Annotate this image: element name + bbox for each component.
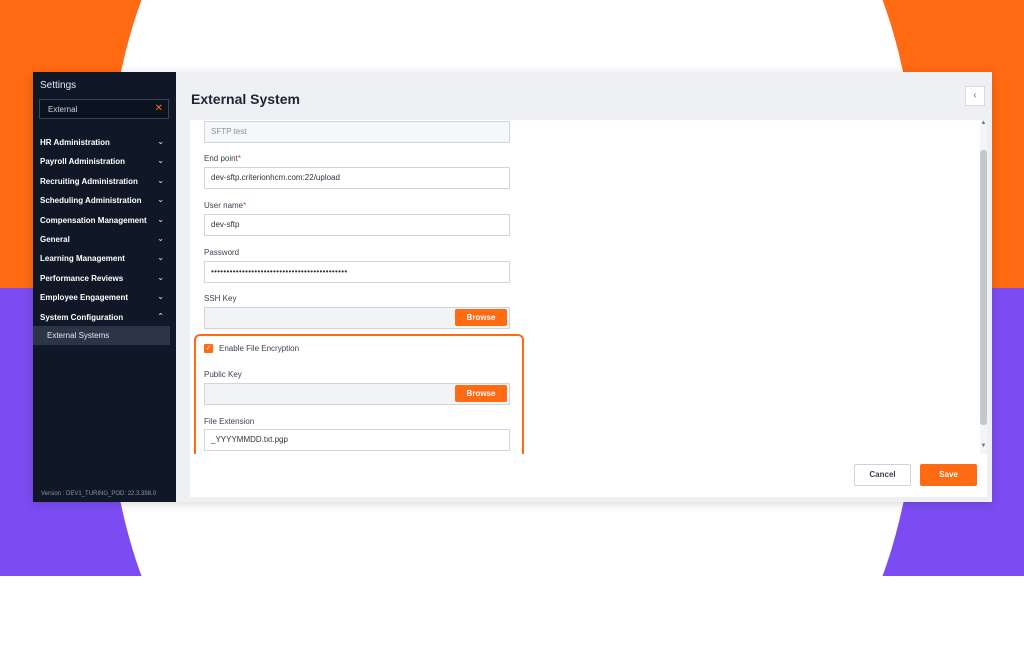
- sidebar-item-system-configuration[interactable]: System Configuration ⌃: [33, 308, 176, 327]
- sidebar-title: Settings: [40, 80, 77, 91]
- username-label-text: User name: [204, 201, 244, 210]
- sidebar-item-label: Scheduling Administration: [40, 196, 142, 206]
- page-title: External System: [191, 91, 300, 107]
- cancel-button[interactable]: Cancel: [854, 464, 911, 486]
- sidebar-search-input[interactable]: External ✕: [39, 99, 169, 119]
- sidebar-item-employee-engagement[interactable]: Employee Engagement ⌄: [33, 288, 176, 307]
- chevron-down-icon: ⌄: [157, 233, 164, 243]
- sidebar-item-recruiting-administration[interactable]: Recruiting Administration ⌄: [33, 172, 176, 191]
- sidebar-item-label: System Configuration: [40, 312, 124, 322]
- sidebar-menu: HR Administration ⌄ Payroll Administrati…: [33, 133, 176, 327]
- sidebar-item-label: Recruiting Administration: [40, 176, 138, 186]
- save-button[interactable]: Save: [920, 464, 977, 486]
- sidebar-item-learning-management[interactable]: Learning Management ⌄: [33, 249, 176, 268]
- system-name-input[interactable]: SFTP test: [204, 121, 510, 143]
- form-scrollbar[interactable]: ▲ ▼: [980, 120, 987, 454]
- file-extension-label: File Extension: [204, 417, 255, 426]
- sidebar-item-scheduling-administration[interactable]: Scheduling Administration ⌄: [33, 191, 176, 210]
- endpoint-input[interactable]: dev-sftp.criterionhcm.com:22/upload: [204, 167, 510, 189]
- password-input[interactable]: ••••••••••••••••••••••••••••••••••••••••…: [204, 261, 510, 283]
- ssh-key-label: SSH Key: [204, 294, 237, 303]
- sidebar-item-general[interactable]: General ⌄: [33, 230, 176, 249]
- public-key-label: Public Key: [204, 370, 242, 379]
- form-scroll-area: SFTP test End point* dev-sftp.criterionh…: [190, 120, 980, 454]
- chevron-down-icon: ⌄: [157, 195, 164, 205]
- app-window: Settings External ✕ HR Administration ⌄ …: [33, 72, 992, 502]
- password-label: Password: [204, 248, 240, 257]
- scroll-down-icon[interactable]: ▼: [980, 443, 987, 451]
- sidebar-item-label: Employee Engagement: [40, 293, 129, 303]
- sidebar-item-label: Compensation Management: [40, 215, 147, 225]
- chevron-down-icon: ⌄: [157, 253, 164, 263]
- sidebar-item-label: General: [40, 234, 70, 244]
- chevron-down-icon: ⌄: [157, 175, 164, 185]
- sidebar-item-performance-reviews[interactable]: Performance Reviews ⌄: [33, 269, 176, 288]
- sidebar-item-label: HR Administration: [40, 138, 110, 147]
- chevron-up-icon: ⌃: [157, 311, 164, 321]
- sidebar-item-label: Performance Reviews: [40, 273, 124, 283]
- enable-encryption-checkbox[interactable]: ✓: [204, 344, 213, 353]
- chevron-down-icon: ⌄: [157, 156, 164, 166]
- sidebar-item-label: Payroll Administration: [40, 157, 126, 167]
- sidebar-item-hr-administration[interactable]: HR Administration ⌄: [33, 133, 176, 152]
- chevron-down-icon: ⌄: [157, 214, 164, 224]
- chevron-down-icon: ⌄: [157, 272, 164, 282]
- username-label: User name*: [204, 201, 246, 210]
- required-mark: *: [243, 201, 247, 210]
- username-input[interactable]: dev-sftp: [204, 214, 510, 236]
- clear-icon[interactable]: ✕: [155, 103, 163, 114]
- scroll-thumb[interactable]: [980, 150, 987, 425]
- sidebar-subitem-label: External Systems: [47, 331, 110, 340]
- settings-sidebar: Settings External ✕ HR Administration ⌄ …: [33, 72, 176, 502]
- sidebar-subitem-external-systems[interactable]: External Systems: [33, 326, 170, 345]
- chevron-down-icon: ⌄: [157, 137, 164, 146]
- sidebar-item-payroll-administration[interactable]: Payroll Administration ⌄: [33, 152, 176, 171]
- scroll-up-icon[interactable]: ▲: [980, 120, 987, 128]
- ssh-key-browse-button[interactable]: Browse: [455, 309, 507, 326]
- search-value: External: [48, 105, 78, 114]
- public-key-browse-button[interactable]: Browse: [455, 385, 507, 402]
- sidebar-item-compensation-management[interactable]: Compensation Management ⌄: [33, 211, 176, 230]
- endpoint-label: End point*: [204, 154, 241, 163]
- endpoint-label-text: End point: [204, 154, 238, 163]
- chevron-down-icon: ⌄: [157, 292, 164, 302]
- enable-encryption-label: Enable File Encryption: [219, 344, 300, 353]
- form-panel: SFTP test End point* dev-sftp.criterionh…: [190, 120, 987, 497]
- sidebar-item-label: Learning Management: [40, 254, 125, 264]
- version-text: Version : DEV1_TURING_POD: 22.3.398.0: [41, 491, 157, 497]
- required-mark: *: [237, 154, 241, 163]
- collapse-button[interactable]: ‹: [965, 86, 985, 106]
- file-extension-input[interactable]: _YYYYMMDD.txt.pgp: [204, 429, 510, 451]
